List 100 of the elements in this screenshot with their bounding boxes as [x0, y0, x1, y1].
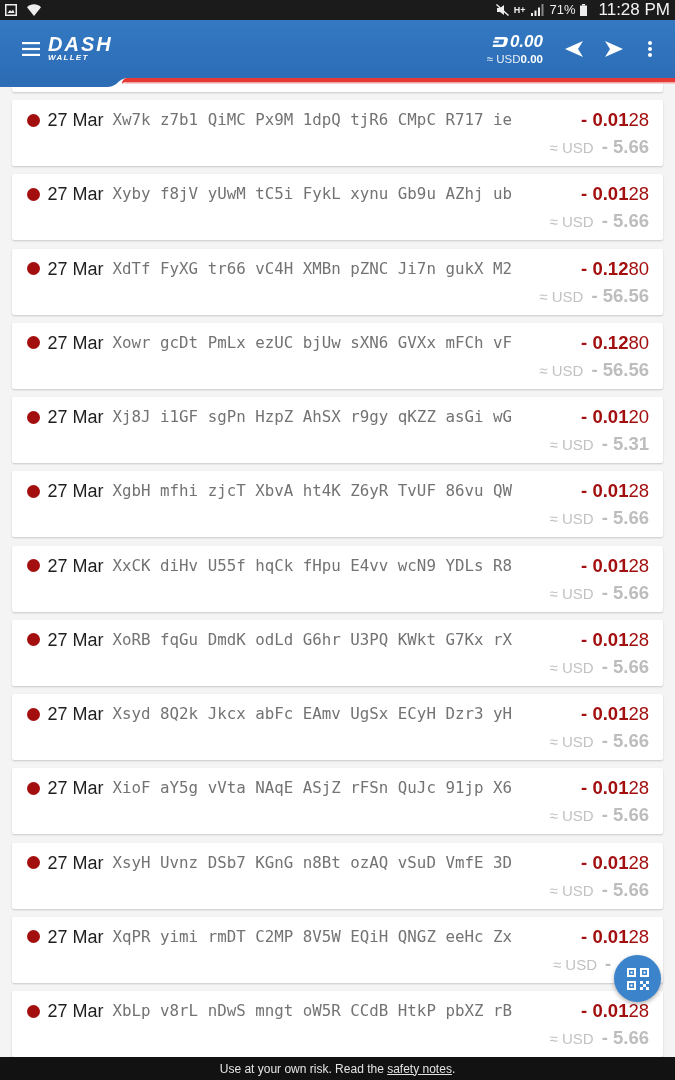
- fiat-label: ≈ USD: [549, 139, 594, 156]
- address-text: Xyby f8jV yUwM tC5i FykL xynu Gb9u AZhj ub: [112, 183, 512, 206]
- transaction-card[interactable]: 27 Mar XqPR yimi rmDT C2MP 8V5W EQiH QNGZ eeHc Zx - 0.0128 ≈ USD -: [12, 916, 663, 983]
- image-icon: [5, 4, 17, 16]
- address-text: XbLp v8rL nDwS mngt oW5R CCdB HtkP pbXZ rB: [112, 1000, 512, 1022]
- fiat-balance: 0.00: [520, 51, 543, 67]
- more-options-button[interactable]: [648, 41, 652, 57]
- amount-text: - 0.0128: [581, 851, 649, 874]
- menu-icon: [22, 42, 40, 56]
- qr-code-icon: [626, 967, 649, 990]
- battery-percent-text: 71%: [549, 2, 576, 18]
- fiat-amount: - 5.66: [601, 507, 649, 529]
- address-text: XgbH mfhi zjcT XbvA ht4K Z6yR TvUF 86vu QW: [112, 480, 512, 503]
- date-text: 27 Mar: [47, 406, 104, 428]
- fiat-label: ≈ USD: [549, 213, 594, 231]
- amount-text: - 0.0128: [581, 183, 649, 206]
- date-text: 27 Mar: [47, 480, 104, 503]
- amount-text: - 0.0120: [581, 406, 649, 428]
- transaction-card[interactable]: 27 Mar XioF aY5g vVta NAqE ASjZ rFSn QuJc 91jp X6 - 0.0128 ≈ USD - 5.66: [12, 768, 663, 835]
- balance-amount: 0.00: [509, 31, 543, 52]
- date-text: 27 Mar: [47, 925, 104, 948]
- address-text: XioF aY5g vVta NAqE ASjZ rFSn QuJc 91jp X6: [112, 777, 512, 800]
- clock-text: 11:28 PM: [598, 0, 670, 20]
- transaction-card[interactable]: 27 Mar Xj8J i1GF sgPn HzpZ AhSX r9gy qKZZ asGi wG - 0.0120 ≈ USD - 5.31: [12, 397, 663, 463]
- date-text: 27 Mar: [47, 628, 104, 651]
- transaction-card[interactable]: 27 Mar XbLp v8rL nDwS mngt oW5R CCdB HtkP pbXZ rB - 0.0128 ≈ USD - 5.66: [12, 991, 663, 1057]
- fiat-label: ≈ USD: [549, 881, 594, 899]
- date-text: 27 Mar: [47, 257, 104, 280]
- address-text: XxCK diHv U55f hqCk fHpu E4vv wcN9 YDLs R8: [112, 554, 512, 577]
- fiat-label: ≈ USD: [549, 584, 594, 602]
- battery-icon: [580, 4, 588, 16]
- right-arrow-button[interactable]: [605, 41, 623, 57]
- fiat-amount: - 5.66: [601, 581, 649, 603]
- transaction-card[interactable]: 27 Mar XgbH mfhi zjcT XbvA ht4K Z6yR TvUF 86vu QW - 0.0128 ≈ USD - 5.66: [12, 471, 663, 538]
- date-text: 27 Mar: [47, 777, 104, 800]
- safety-notes-link[interactable]: safety notes: [387, 1061, 452, 1076]
- transaction-card[interactable]: 27 Mar XxCK diHv U55f hqCk fHpu E4vv wcN9 YDLs R8 - 0.0128 ≈ USD - 5.66: [12, 545, 663, 612]
- amount-text: - 0.0128: [581, 628, 649, 651]
- menu-button[interactable]: [22, 42, 40, 56]
- date-text: 27 Mar: [47, 703, 104, 725]
- fiat-amount: - 5.66: [601, 730, 649, 751]
- fiat-amount: - 5.66: [601, 804, 649, 826]
- transaction-card[interactable]: 27 Mar Xowr gcDt PmLx ezUC bjUw sXN6 GVXx mFCh vF - 0.1280 ≈ USD - 56.56: [12, 322, 663, 389]
- date-text: 27 Mar: [47, 109, 104, 131]
- date-text: 27 Mar: [47, 1000, 104, 1022]
- amount-text: - 0.0128: [581, 777, 649, 800]
- fiat-amount: - 5.66: [601, 210, 649, 232]
- fiat-label: ≈ USD: [539, 287, 584, 305]
- transaction-card[interactable]: 27 Mar XoRB fqGu DmdK odLd G6hr U3PQ KWkt G7Kx rX - 0.0128 ≈ USD - 5.66: [12, 619, 663, 686]
- address-text: XsyH Uvnz DSb7 KGnG n8Bt ozAQ vSuD VmfE 3D: [112, 851, 512, 874]
- more-options-icon: [648, 41, 652, 57]
- logo-subtitle: WALLET: [48, 53, 90, 62]
- address-text: Xowr gcDt PmLx ezUC bjUw sXN6 GVXx mFCh vF: [112, 331, 512, 354]
- date-text: 27 Mar: [47, 851, 104, 874]
- amount-text: - 0.0128: [581, 925, 649, 948]
- amount-text: - 0.0128: [581, 554, 649, 577]
- network-type-text: H+: [513, 5, 526, 15]
- wifi-icon: [27, 4, 41, 16]
- signal-icon: [531, 4, 545, 16]
- transaction-card[interactable]: 27 Mar XdTf FyXG tr66 vC4H XMBn pZNC Ji7n gukX M2 - 0.1280 ≈ USD - 56.56: [12, 248, 663, 315]
- fiat-amount: -: [605, 952, 612, 974]
- fiat-amount: - 5.31: [601, 433, 649, 454]
- date-text: 27 Mar: [47, 183, 104, 206]
- transaction-card[interactable]: 27 Mar Xw7k z7b1 QiMC Px9M 1dpQ tjR6 CMpC R717 ie - 0.0128 ≈ USD - 5.66: [12, 100, 663, 166]
- right-arrow-icon: [605, 41, 623, 57]
- currency-symbol-icon: [491, 36, 508, 47]
- left-arrow-icon: [565, 41, 583, 57]
- left-arrow-button[interactable]: [565, 41, 583, 57]
- fiat-label: ≈ USD: [549, 1030, 594, 1047]
- fiat-amount: - 56.56: [591, 284, 649, 306]
- fiat-label: ≈ USD: [549, 510, 594, 528]
- date-text: 27 Mar: [47, 331, 104, 354]
- fiat-label: ≈ USD: [549, 436, 594, 453]
- address-text: Xj8J i1GF sgPn HzpZ AhSX r9gy qKZZ asGi wG: [112, 406, 512, 428]
- address-text: Xsyd 8Q2k Jkcx abFc EAmv UgSx ECyH Dzr3 yH: [112, 703, 512, 725]
- fiat-label: ≈ USD: [486, 51, 521, 67]
- amount-text: - 0.0128: [581, 109, 649, 131]
- fiat-amount: - 56.56: [591, 358, 649, 380]
- amount-text: - 0.0128: [581, 1000, 649, 1022]
- amount-text: - 0.0128: [581, 703, 649, 725]
- amount-text: - 0.1280: [581, 257, 649, 280]
- fiat-label: ≈ USD: [549, 807, 594, 825]
- address-text: Xw7k z7b1 QiMC Px9M 1dpQ tjR6 CMpC R717 ie: [112, 109, 512, 131]
- address-text: XqPR yimi rmDT C2MP 8V5W EQiH QNGZ eeHc Zx: [112, 925, 512, 948]
- logo-title: DASH: [48, 36, 113, 53]
- address-text: XoRB fqGu DmdK odLd G6hr U3PQ KWkt G7Kx rX: [112, 628, 512, 651]
- transaction-card[interactable]: 27 Mar Xyby f8jV yUwM tC5i FykL xynu Gb9u AZhj ub - 0.0128 ≈ USD - 5.66: [12, 174, 663, 241]
- fiat-label: ≈ USD: [549, 658, 594, 676]
- fiat-label: ≈ USD: [539, 361, 584, 379]
- transaction-card[interactable]: 27 Mar XsyH Uvnz DSb7 KGnG n8Bt ozAQ vSuD VmfE 3D - 0.0128 ≈ USD - 5.66: [12, 842, 663, 909]
- transaction-card[interactable]: 27 Mar Xsyd 8Q2k Jkcx abFc EAmv UgSx ECyH Dzr3 yH - 0.0128 ≈ USD - 5.66: [12, 694, 663, 760]
- fiat-amount: - 5.66: [601, 1027, 649, 1048]
- mute-icon: [495, 4, 509, 16]
- amount-text: - 0.1280: [581, 331, 649, 354]
- fiat-label: ≈ USD: [552, 955, 597, 973]
- fiat-label: ≈ USD: [549, 733, 594, 750]
- date-text: 27 Mar: [47, 554, 104, 577]
- footer-text: Use at your own risk. Read the safety notes.: [219, 1061, 456, 1076]
- fiat-amount: - 5.66: [601, 655, 649, 677]
- fiat-amount: - 5.66: [601, 136, 649, 157]
